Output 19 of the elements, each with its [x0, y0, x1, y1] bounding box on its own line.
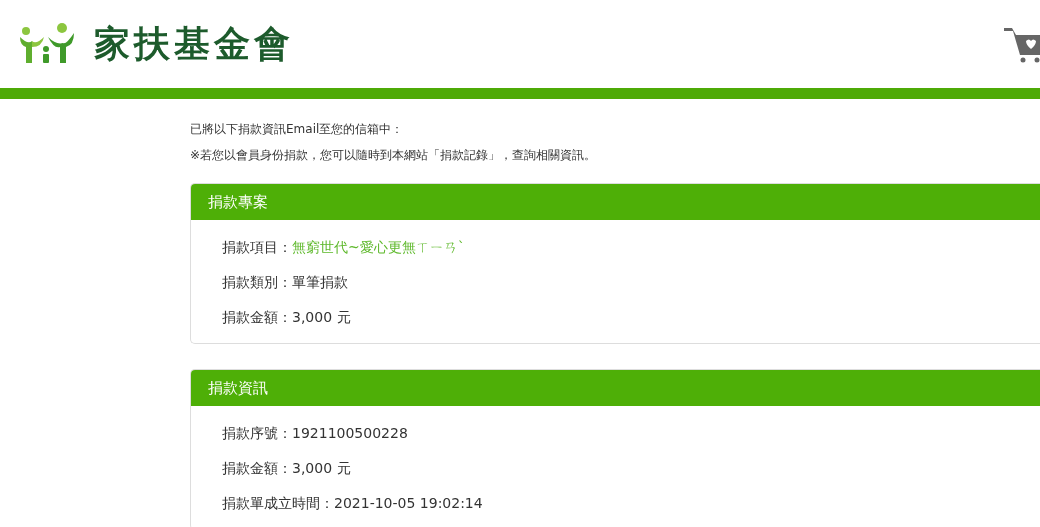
field-label: 捐款類別： — [222, 274, 292, 290]
panel-title: 捐款專案 — [191, 184, 1040, 220]
notice-text: ※若您以會員身份捐款，您可以隨時到本網站「捐款記錄」，查詢相關資訊。 — [190, 147, 598, 164]
field-value: 無窮世代~愛心更無ㄒㄧㄢˋ — [292, 239, 465, 255]
field-value: 2021-10-05 19:02:14 — [334, 495, 483, 511]
field-value: 3,000 元 — [292, 309, 351, 325]
field-label: 捐款金額： — [222, 309, 292, 325]
panel-title: 捐款資訊 — [191, 370, 1040, 406]
family-logo-icon — [18, 23, 76, 65]
cart-icon[interactable] — [1004, 25, 1040, 63]
field-label: 捐款序號： — [222, 425, 292, 441]
notice-text: 已將以下捐款資訊Email至您的信箱中： — [190, 121, 405, 138]
field-label: 捐款單成立時間： — [222, 495, 334, 511]
site-logo[interactable]: 家扶基金會 — [18, 19, 294, 69]
field-value: 單筆捐款 — [292, 274, 348, 290]
field-label: 捐款項目： — [222, 239, 292, 255]
field-value: 1921100500228 — [292, 425, 408, 441]
field-label: 捐款金額： — [222, 460, 292, 476]
field-value: 3,000 元 — [292, 460, 351, 476]
